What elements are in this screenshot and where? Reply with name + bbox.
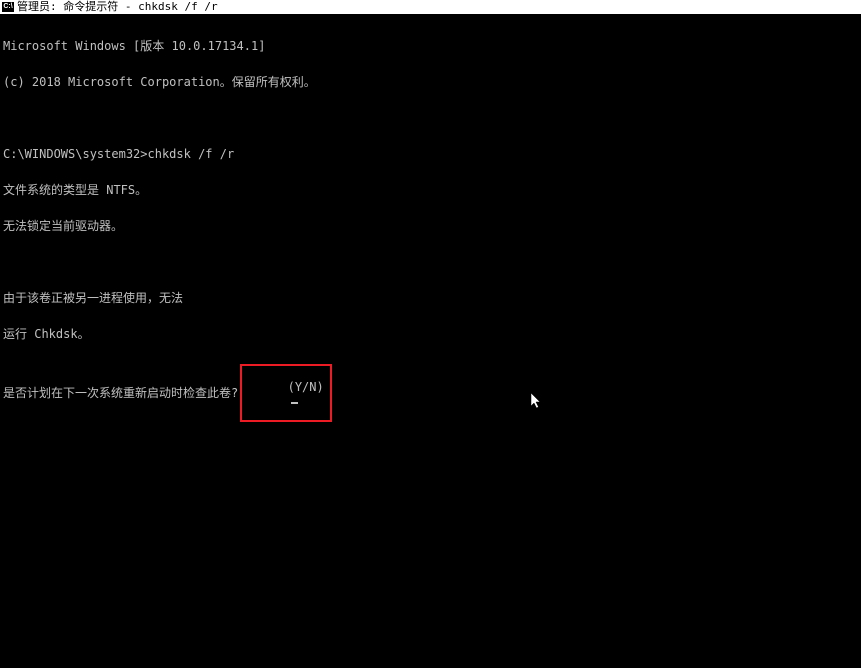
terminal-line: 无法锁定当前驱动器。: [3, 220, 858, 232]
text-cursor: [291, 402, 298, 404]
terminal-line: 文件系统的类型是 NTFS。: [3, 184, 858, 196]
terminal-line: [3, 256, 858, 268]
yn-text: (Y/N): [288, 380, 324, 394]
window-titlebar[interactable]: C:\ 管理员: 命令提示符 - chkdsk /f /r: [0, 0, 861, 14]
terminal-prompt-line: 是否计划在下一次系统重新启动时检查此卷? (Y/N): [3, 364, 858, 422]
terminal-line: (c) 2018 Microsoft Corporation。保留所有权利。: [3, 76, 858, 88]
terminal-output[interactable]: Microsoft Windows [版本 10.0.17134.1] (c) …: [0, 14, 861, 436]
terminal-line: C:\WINDOWS\system32>chkdsk /f /r: [3, 148, 858, 160]
terminal-line: 由于该卷正被另一进程使用，无法: [3, 292, 858, 304]
terminal-line: Microsoft Windows [版本 10.0.17134.1]: [3, 40, 858, 52]
yn-prompt-highlight[interactable]: (Y/N): [240, 364, 331, 422]
terminal-line: 运行 Chkdsk。: [3, 328, 858, 340]
terminal-line: [3, 112, 858, 124]
window-title: 管理员: 命令提示符 - chkdsk /f /r: [17, 0, 218, 14]
prompt-question: 是否计划在下一次系统重新启动时检查此卷?: [3, 387, 238, 399]
cmd-icon: C:\: [2, 2, 14, 12]
